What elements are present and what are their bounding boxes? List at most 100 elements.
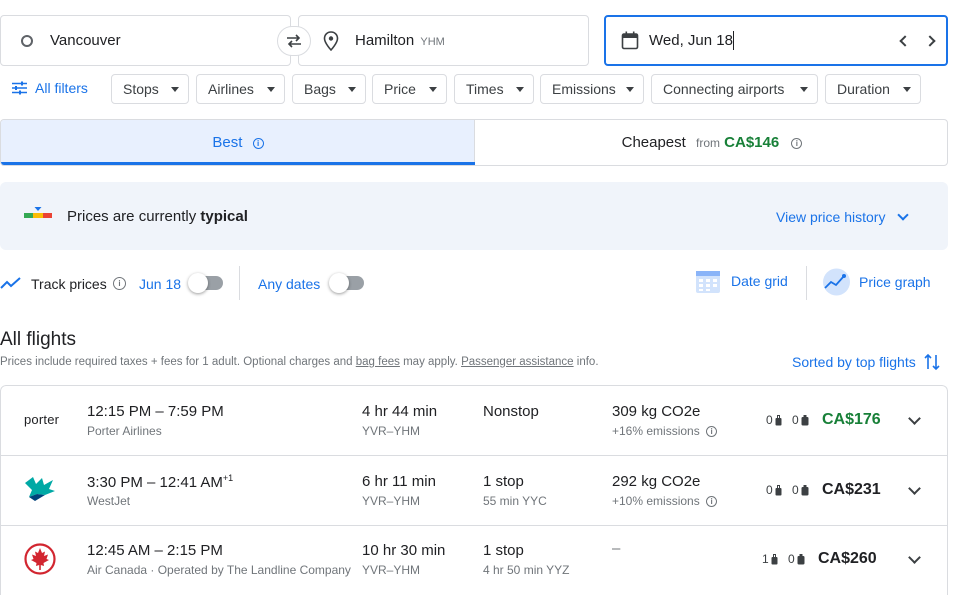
caret-down-icon xyxy=(267,87,275,92)
carry-on-count: 0 xyxy=(766,483,773,497)
origin-field[interactable]: Vancouver xyxy=(0,15,291,66)
day-offset: +1 xyxy=(222,473,234,483)
flight-duration: 6 hr 11 min xyxy=(362,473,436,490)
destination-code: YHM xyxy=(420,36,445,48)
tab-cheapest-from: from xyxy=(696,136,720,150)
flight-stops: 1 stop xyxy=(483,542,524,559)
results-heading: All flights xyxy=(0,329,77,350)
chip-label: Airlines xyxy=(208,81,254,97)
checked-bag-icon xyxy=(797,553,805,564)
flight-row[interactable]: porter 12:15 PM – 7:59 PM Porter Airline… xyxy=(0,385,948,455)
flight-row[interactable]: 12:45 AM – 2:15 PM Air Canada · Operated… xyxy=(0,525,948,595)
stop-detail: 4 hr 50 min YYZ xyxy=(483,563,570,577)
track-prices-label: Track prices xyxy=(31,276,107,292)
filter-chip-bags[interactable]: Bags xyxy=(292,74,366,104)
tab-best[interactable]: Best i xyxy=(1,120,475,165)
chip-label: Stops xyxy=(123,81,159,97)
info-icon[interactable]: i xyxy=(706,496,718,508)
airline-name: Porter Airlines xyxy=(87,424,162,438)
tab-cheapest[interactable]: Cheapest from CA$146 i xyxy=(475,120,947,165)
track-date-toggle[interactable] xyxy=(188,272,224,294)
filter-chip-stops[interactable]: Stops xyxy=(111,74,189,104)
flight-times: 12:45 AM – 2:15 PM xyxy=(87,542,223,559)
tab-best-label-group: Best i xyxy=(1,134,475,151)
view-price-history-button[interactable]: View price history xyxy=(776,209,910,225)
sort-by-button[interactable]: Sorted by top flights xyxy=(792,353,940,371)
divider xyxy=(806,266,807,300)
price-graph-label: Price graph xyxy=(859,274,931,290)
destination-value: Hamilton YHM xyxy=(355,32,445,49)
emissions-delta: +10% emissions i xyxy=(612,494,718,508)
bag-fees-link[interactable]: bag fees xyxy=(356,356,400,368)
filter-chip-airlines[interactable]: Airlines xyxy=(196,74,285,104)
carry-on-bag-icon xyxy=(775,484,782,495)
info-icon[interactable]: i xyxy=(791,137,803,149)
flight-emissions: – xyxy=(612,540,621,557)
carry-on-bag-count: 1 xyxy=(762,552,778,566)
filter-chip-duration[interactable]: Duration xyxy=(825,74,921,104)
tab-best-indicator xyxy=(1,162,475,165)
chip-label: Price xyxy=(384,81,416,97)
checked-count: 0 xyxy=(792,413,799,427)
tune-icon xyxy=(12,81,27,95)
price-level: typical xyxy=(200,208,248,225)
chevron-down-icon xyxy=(897,209,910,221)
flight-list: porter 12:15 PM – 7:59 PM Porter Airline… xyxy=(0,385,948,598)
all-filters-label: All filters xyxy=(35,80,88,96)
date-field[interactable]: Wed, Jun 18 xyxy=(604,15,948,66)
track-date-label: Jun 18 xyxy=(139,276,182,292)
chip-label: Emissions xyxy=(552,81,616,97)
airline-name: Air Canada · Operated by The Landline Co… xyxy=(87,563,355,577)
filter-chip-price[interactable]: Price xyxy=(372,74,447,104)
caret-down-icon xyxy=(800,87,808,92)
caret-down-icon xyxy=(903,87,911,92)
expand-chevron-icon[interactable] xyxy=(908,412,921,425)
results-note-prefix: Prices include required taxes + fees for… xyxy=(0,356,353,368)
flight-price: CA$231 xyxy=(822,481,881,498)
price-insight-prefix: Prices are currently xyxy=(67,208,197,225)
emissions-delta: +16% emissions i xyxy=(612,424,718,438)
flight-duration: 10 hr 30 min xyxy=(362,542,446,559)
any-dates-toggle[interactable] xyxy=(329,272,365,294)
caret-down-icon xyxy=(171,87,179,92)
info-icon[interactable]: i xyxy=(113,277,126,290)
date-value: Wed, Jun 18 xyxy=(649,32,733,49)
filter-chip-emissions[interactable]: Emissions xyxy=(540,74,644,104)
flight-emissions: 309 kg CO2e xyxy=(612,403,701,420)
info-icon[interactable]: i xyxy=(252,137,264,149)
destination-field[interactable]: Hamilton YHM xyxy=(298,15,589,66)
tab-cheapest-label: Cheapest xyxy=(621,134,686,151)
flight-price: CA$260 xyxy=(818,550,877,567)
view-price-history-label: View price history xyxy=(776,209,886,225)
swap-icon xyxy=(287,34,301,48)
all-filters-button[interactable]: All filters xyxy=(12,80,88,96)
toggle-knob xyxy=(329,273,349,293)
date-cursor xyxy=(733,31,734,50)
previous-date-chevron-icon[interactable] xyxy=(899,35,911,47)
toggle-knob xyxy=(188,273,208,293)
flight-price: CA$176 xyxy=(822,411,881,428)
swap-button[interactable] xyxy=(277,26,311,56)
flight-row[interactable]: 3:30 PM – 12:41 AM+1 WestJet 6 hr 11 min… xyxy=(0,455,948,525)
expand-chevron-icon[interactable] xyxy=(908,551,921,564)
chip-label: Times xyxy=(466,81,504,97)
flight-times: 3:30 PM – 12:41 AM+1 xyxy=(87,473,233,491)
flight-route: YVR–YHM xyxy=(362,563,421,577)
checked-bag-icon xyxy=(801,484,809,495)
westjet-airline-logo xyxy=(25,477,55,501)
filter-chip-connecting-airports[interactable]: Connecting airports xyxy=(651,74,818,104)
next-date-chevron-icon[interactable] xyxy=(924,35,936,47)
info-icon[interactable]: i xyxy=(706,426,718,438)
emissions-delta-text: +10% emissions xyxy=(612,494,700,508)
carry-on-bag-icon xyxy=(775,414,782,425)
stop-detail: 55 min YYC xyxy=(483,494,547,508)
passenger-assistance-link[interactable]: Passenger assistance xyxy=(461,356,574,368)
date-grid-button[interactable]: Date grid xyxy=(695,268,788,294)
tab-cheapest-label-group: Cheapest from CA$146 i xyxy=(475,134,947,151)
expand-chevron-icon[interactable] xyxy=(908,482,921,495)
price-graph-button[interactable]: Price graph xyxy=(822,268,931,296)
results-note-suffix: info. xyxy=(576,356,599,368)
filter-chip-times[interactable]: Times xyxy=(454,74,534,104)
emissions-delta-text: +16% emissions xyxy=(612,424,700,438)
price-level-gauge-icon xyxy=(24,207,52,218)
